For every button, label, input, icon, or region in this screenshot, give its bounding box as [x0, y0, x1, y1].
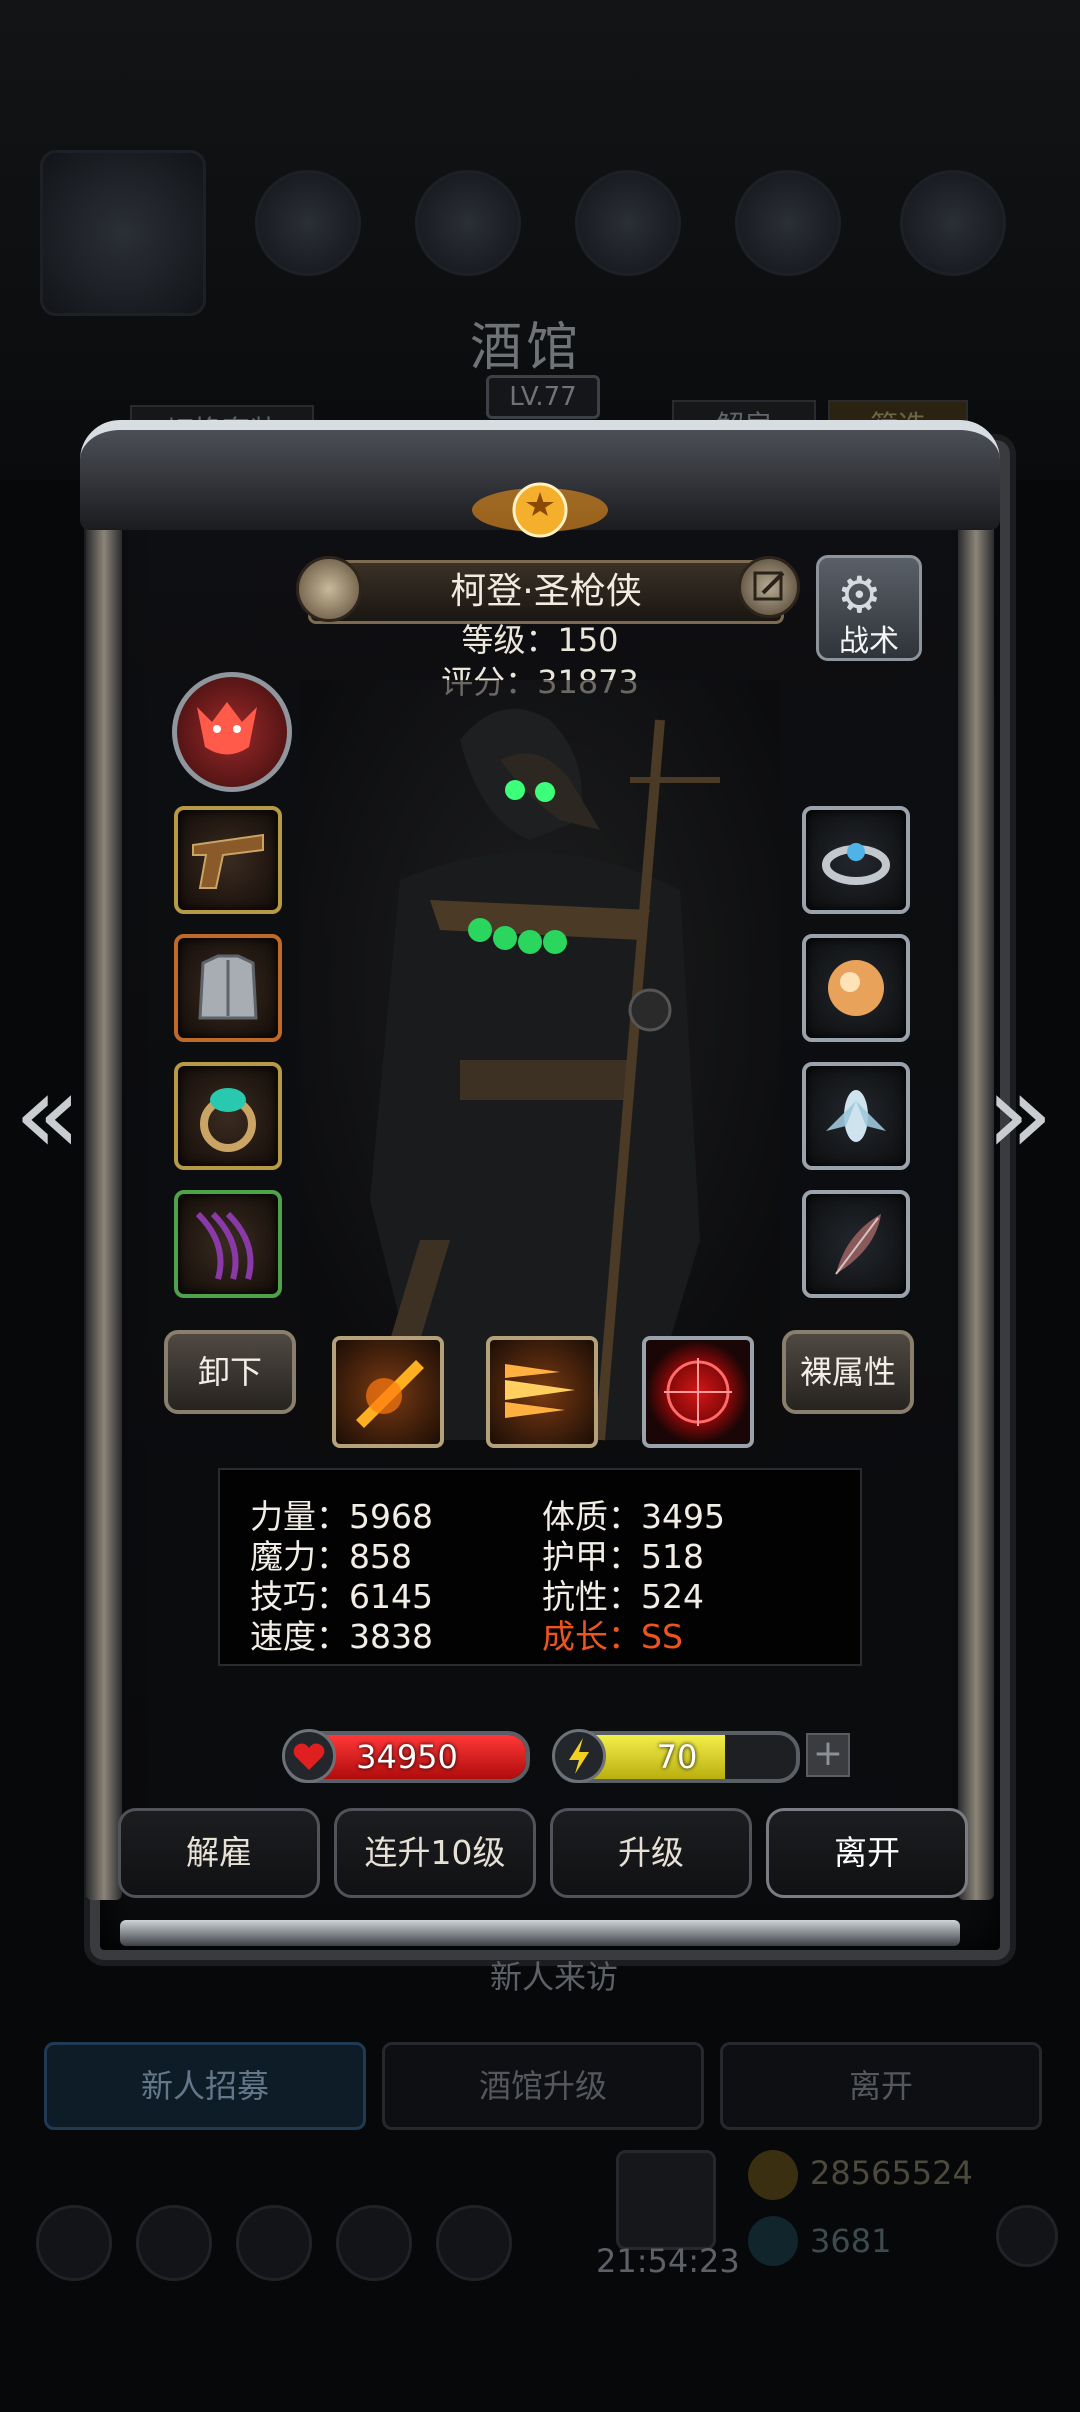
chevron-right-icon[interactable]: » [986, 1050, 1053, 1178]
dismiss-hero-button[interactable]: 解雇 [118, 1808, 320, 1898]
recruit-button: 新人招募 [44, 2042, 366, 2130]
bullet-skill[interactable] [486, 1336, 598, 1448]
gem-amount: 3681 [810, 2222, 892, 2260]
dock-icon [36, 2205, 112, 2281]
armor-slot[interactable] [174, 934, 282, 1042]
stat-speed: 速度：3838 [250, 1617, 433, 1656]
tavern-level: LV.77 [486, 375, 600, 419]
menu-icon [255, 170, 361, 276]
target-skill-icon [664, 1358, 732, 1426]
frame-pillar-left [86, 480, 122, 1900]
cicada-icon [826, 1090, 886, 1142]
ring-slot[interactable] [174, 1062, 282, 1170]
tavern-title: 酒馆 [470, 318, 583, 378]
plus-circle-icon [996, 2205, 1058, 2267]
orb-slot[interactable] [802, 934, 910, 1042]
gold-coin-icon [748, 2150, 798, 2200]
frame-bottom-ornament [120, 1920, 960, 1946]
gift-icon [616, 2150, 716, 2250]
dock-icon [136, 2205, 212, 2281]
add-energy-button[interactable]: + [806, 1733, 850, 1777]
silver-ring-icon [822, 843, 890, 885]
silver-ring-slot[interactable] [802, 806, 910, 914]
medal-icon[interactable] [296, 556, 362, 622]
stat-growth: 成长：SS [542, 1617, 683, 1656]
menu-icon [900, 170, 1006, 276]
unequip-button[interactable]: 卸下 [164, 1330, 296, 1414]
bullet-skill-icon [505, 1364, 575, 1418]
stats-panel: 力量：5968 魔力：858 技巧：6145 速度：3838 体质：3495 护… [218, 1468, 862, 1666]
player-avatar [40, 150, 206, 316]
hero-level: 等级：150 [461, 621, 619, 659]
gem-icon [748, 2216, 798, 2266]
chevron-left-icon[interactable]: « [14, 1050, 81, 1178]
menu-icon [735, 170, 841, 276]
orb-icon [828, 960, 884, 1016]
armor-icon [198, 954, 258, 1020]
whip-icon [195, 1211, 254, 1280]
new-visitor-label: 新人来访 [490, 1958, 619, 1996]
level-up-10-button[interactable]: 连升10级 [334, 1808, 536, 1898]
pistol-icon [192, 833, 264, 889]
cicada-slot[interactable] [802, 1062, 910, 1170]
tactics-button[interactable]: ⚙ 战术 [816, 555, 922, 661]
rename-edit-icon[interactable] [738, 556, 800, 618]
leave-button[interactable]: 离开 [766, 1808, 968, 1898]
dock-icon [436, 2205, 512, 2281]
tavern-upgrade-button: 酒馆升级 [382, 2042, 704, 2130]
frame-pillar-right [958, 480, 994, 1900]
gold-amount: 28565524 [810, 2154, 973, 2192]
sun-crest-icon [472, 482, 608, 538]
feather-icon [835, 1214, 881, 1275]
slash-skill[interactable] [332, 1336, 444, 1448]
slash-skill-icon [356, 1360, 424, 1428]
target-skill[interactable] [642, 1336, 754, 1448]
emblem-icon[interactable] [172, 672, 292, 792]
pistol-slot[interactable] [174, 806, 282, 914]
tactics-label: 战术 [839, 624, 899, 659]
lightning-icon [552, 1729, 606, 1783]
bare-attributes-button[interactable]: 裸属性 [782, 1330, 914, 1414]
dock-icon [336, 2205, 412, 2281]
clock-text: 21:54:23 [596, 2242, 740, 2280]
dock-icon [236, 2205, 312, 2281]
level-up-button[interactable]: 升级 [550, 1808, 752, 1898]
menu-icon [575, 170, 681, 276]
bg-leave-button: 离开 [720, 2042, 1042, 2130]
feather-slot[interactable] [802, 1190, 910, 1298]
whip-slot[interactable] [174, 1190, 282, 1298]
menu-icon [415, 170, 521, 276]
ring-icon [200, 1088, 256, 1152]
heart-icon [282, 1729, 336, 1783]
